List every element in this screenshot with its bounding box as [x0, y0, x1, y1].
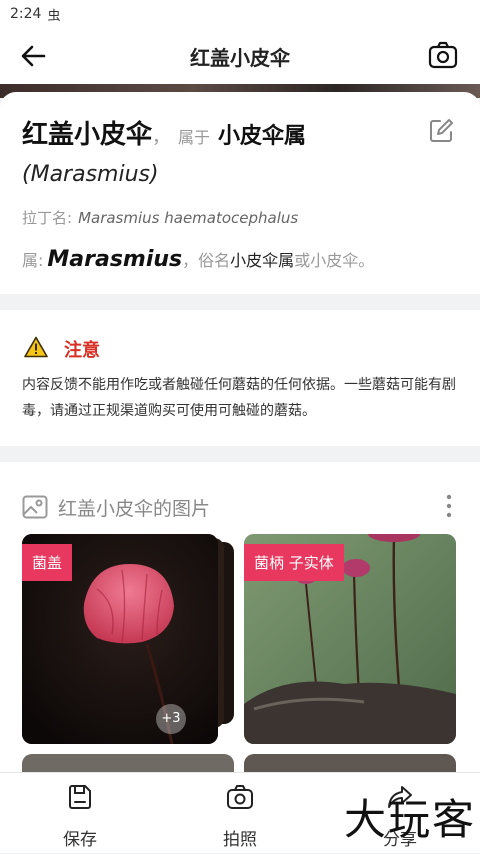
more-vertical-icon	[446, 494, 452, 518]
nav-photo-label: 拍照	[223, 830, 257, 850]
more-photos-badge[interactable]: +3	[156, 704, 186, 734]
warning-title: 注意	[64, 340, 100, 361]
bottom-nav: 保存 拍照 分享 大玩客	[0, 772, 480, 853]
status-bar: 2:24 虫	[0, 0, 480, 28]
species-heading: 红盖小皮伞， 属于 小皮伞属	[22, 114, 306, 151]
warning-text: 内容反馈不能用作吃或者触碰任何蘑菇的任何依据。一些蘑菇可能有剧毒，请通过正规渠道…	[22, 377, 456, 419]
genus-latin-name: (Marasmius)	[22, 162, 159, 187]
species-name: 红盖小皮伞	[22, 120, 153, 150]
gallery-card: 红盖小皮伞的图片 菌盖 +3 菌柄 子实体	[0, 462, 480, 784]
genus-alias-1: 小皮伞属	[230, 251, 295, 270]
camera-icon	[227, 785, 253, 809]
top-bar: 红盖小皮伞	[0, 28, 480, 84]
camera-button[interactable]	[426, 38, 460, 72]
more-options-button[interactable]	[444, 492, 454, 520]
edit-icon	[430, 119, 453, 142]
nav-photo[interactable]: 拍照	[185, 773, 295, 854]
gallery-icon	[22, 495, 48, 519]
status-time: 2:24	[10, 6, 42, 22]
latin-name-label: 拉丁名:	[22, 209, 73, 227]
gallery-tile-cap[interactable]: 菌盖 +3	[22, 534, 218, 744]
genus-name-cn: 小皮伞属	[218, 124, 307, 149]
warning-icon	[24, 336, 48, 358]
genus-alias-or: 或	[294, 251, 311, 270]
gallery-title: 红盖小皮伞的图片	[58, 498, 211, 520]
page-title: 红盖小皮伞	[190, 46, 290, 70]
genus-label: 属:	[22, 251, 44, 270]
nav-save[interactable]: 保存	[25, 773, 135, 854]
genus-alias-2: 小皮伞。	[310, 251, 375, 270]
genus-row: 属: Marasmius，俗名小皮伞属或小皮伞。	[22, 247, 374, 272]
latin-name-value: Marasmius haematocephalus	[78, 209, 299, 227]
watermark: 大玩客	[343, 795, 476, 844]
heading-comma: ，	[152, 127, 171, 148]
nav-save-label: 保存	[63, 830, 97, 850]
genus-alias-prefix: ，俗名	[182, 251, 231, 270]
gallery-tile-stem[interactable]: 菌柄 子实体	[244, 534, 456, 744]
latin-name-row: 拉丁名: Marasmius haematocephalus	[22, 207, 298, 228]
edit-button[interactable]	[428, 118, 454, 144]
camera-icon	[428, 41, 458, 69]
warning-card: 注意 内容反馈不能用作吃或者触碰任何蘑菇的任何依据。一些蘑菇可能有剧毒，请通过正…	[0, 310, 480, 446]
belongs-label: 属于	[178, 128, 211, 147]
tile-tag-cap: 菌盖	[22, 544, 73, 581]
species-info-card: 红盖小皮伞， 属于 小皮伞属 (Marasmius) 拉丁名: Marasmius h…	[0, 92, 480, 294]
tile-tag-stem: 菌柄 子实体	[244, 544, 344, 581]
save-icon	[69, 785, 91, 809]
genus-value: Marasmius	[47, 247, 183, 272]
status-notification-icon: 虫	[47, 8, 61, 24]
